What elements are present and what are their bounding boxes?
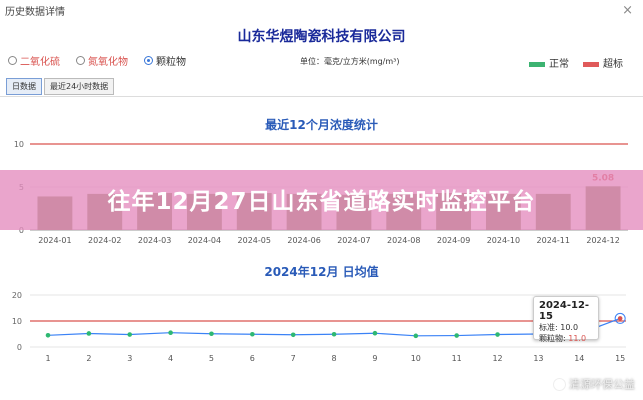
- bar-ytick-label: 10: [14, 140, 24, 149]
- history-data-window: 历史数据详情 × 山东华煜陶瓷科技有限公司 二氧化硫 氮氧化物 颗粒物 单位：毫…: [0, 0, 643, 400]
- daily-point: [454, 333, 459, 338]
- data-tabs: 日数据 最近24小时数据: [6, 78, 115, 95]
- bar-xtick-label: 2024-03: [138, 236, 171, 245]
- legend-normal-swatch: [529, 61, 545, 67]
- window-title: 历史数据详情: [5, 7, 65, 18]
- legend-normal: 正常: [529, 55, 569, 70]
- radio-particulate[interactable]: 颗粒物: [144, 53, 186, 68]
- daily-point: [372, 330, 378, 336]
- line-xtick-label: 13: [533, 354, 543, 363]
- line-ytick-label: 10: [12, 317, 22, 326]
- tooltip-value-number: 11.0: [568, 334, 587, 343]
- tooltip-date: 2024-12-15: [539, 300, 590, 322]
- bar-xtick-label: 2024-04: [188, 236, 221, 245]
- daily-point: [290, 332, 296, 338]
- legend-over-label: 超标: [603, 59, 623, 70]
- bar-xtick-label: 2024-02: [88, 236, 121, 245]
- line-xtick-label: 7: [291, 354, 296, 363]
- line-xtick-label: 12: [492, 354, 502, 363]
- bar-xtick-label: 2024-07: [337, 236, 370, 245]
- daily-point: [127, 332, 133, 337]
- unit-label: 单位：毫克/立方米(mg/m³): [300, 57, 400, 66]
- line-xtick-label: 6: [250, 354, 255, 363]
- radio-particulate-label: 颗粒物: [156, 57, 186, 68]
- tooltip-limit-label: 标准:: [539, 323, 558, 332]
- line-xtick-label: 1: [45, 354, 50, 363]
- daily-point: [86, 331, 92, 336]
- bar-xtick-label: 2024-08: [387, 236, 420, 245]
- tooltip-limit: 标准: 10.0: [539, 322, 593, 333]
- radio-nox-dot[interactable]: [76, 56, 85, 65]
- legend-over: 超标: [583, 55, 623, 70]
- daily-point: [168, 330, 173, 335]
- line-xtick-label: 5: [209, 354, 214, 363]
- pollutant-selector: 二氧化硫 氮氧化物 颗粒物: [8, 53, 186, 68]
- status-legend: 正常 超标: [529, 55, 623, 70]
- line-xtick-label: 14: [574, 354, 584, 363]
- overlay-banner-text: 往年12月27日山东省道路实时监控平台: [107, 189, 536, 215]
- radio-so2[interactable]: 二氧化硫: [8, 53, 60, 68]
- bar-xtick-label: 2024-01: [38, 236, 71, 245]
- daily-chart-title: 2024年12月 日均值: [264, 265, 379, 279]
- daily-point: [413, 333, 419, 339]
- bar-xtick-label: 2024-11: [537, 236, 570, 245]
- line-xtick-label: 9: [372, 354, 377, 363]
- watermark: 清源环保公益: [553, 376, 635, 392]
- daily-point: [495, 332, 500, 337]
- radio-nox-label: 氮氧化物: [88, 57, 128, 68]
- bar-xtick-label: 2024-12: [586, 236, 619, 245]
- daily-point: [209, 331, 214, 337]
- tab-last-24h-data[interactable]: 最近24小时数据: [44, 78, 115, 95]
- daily-point: [250, 331, 255, 337]
- tooltip-value-label: 颗粒物:: [539, 334, 566, 343]
- tooltip-value: 颗粒物: 11.0: [539, 333, 593, 344]
- radio-particulate-dot[interactable]: [144, 56, 153, 65]
- close-icon[interactable]: ×: [622, 2, 633, 20]
- bar-xtick-label: 2024-05: [238, 236, 271, 245]
- watermark-logo-icon: [553, 377, 566, 391]
- watermark-text: 清源环保公益: [569, 378, 635, 391]
- radio-nox[interactable]: 氮氧化物: [76, 53, 128, 68]
- line-ytick-label: 20: [12, 291, 22, 300]
- bar-xtick-label: 2024-10: [487, 236, 520, 245]
- daily-point: [45, 333, 51, 338]
- line-xtick-label: 10: [411, 354, 421, 363]
- line-xtick-label: 11: [452, 354, 462, 363]
- legend-normal-label: 正常: [549, 59, 569, 70]
- company-name: 山东华煜陶瓷科技有限公司: [237, 29, 406, 45]
- tab-daily-data[interactable]: 日数据: [6, 78, 42, 95]
- line-xtick-label: 8: [332, 354, 337, 363]
- daily-point: [331, 331, 337, 337]
- bar-xtick-label: 2024-06: [287, 236, 320, 245]
- line-xtick-label: 2: [86, 354, 91, 363]
- legend-over-swatch: [583, 61, 599, 67]
- tooltip-limit-value: 10.0: [560, 323, 579, 332]
- line-xtick-label: 15: [615, 354, 625, 363]
- line-xtick-label: 3: [127, 354, 132, 363]
- daily-point: [617, 316, 623, 321]
- radio-so2-label: 二氧化硫: [20, 57, 60, 68]
- bar-xtick-label: 2024-09: [437, 236, 470, 245]
- line-xtick-label: 4: [168, 354, 173, 363]
- line-ytick-label: 0: [17, 343, 22, 352]
- radio-so2-dot[interactable]: [8, 56, 17, 65]
- chart-tooltip: 2024-12-15 标准: 10.0 颗粒物: 11.0: [533, 296, 599, 343]
